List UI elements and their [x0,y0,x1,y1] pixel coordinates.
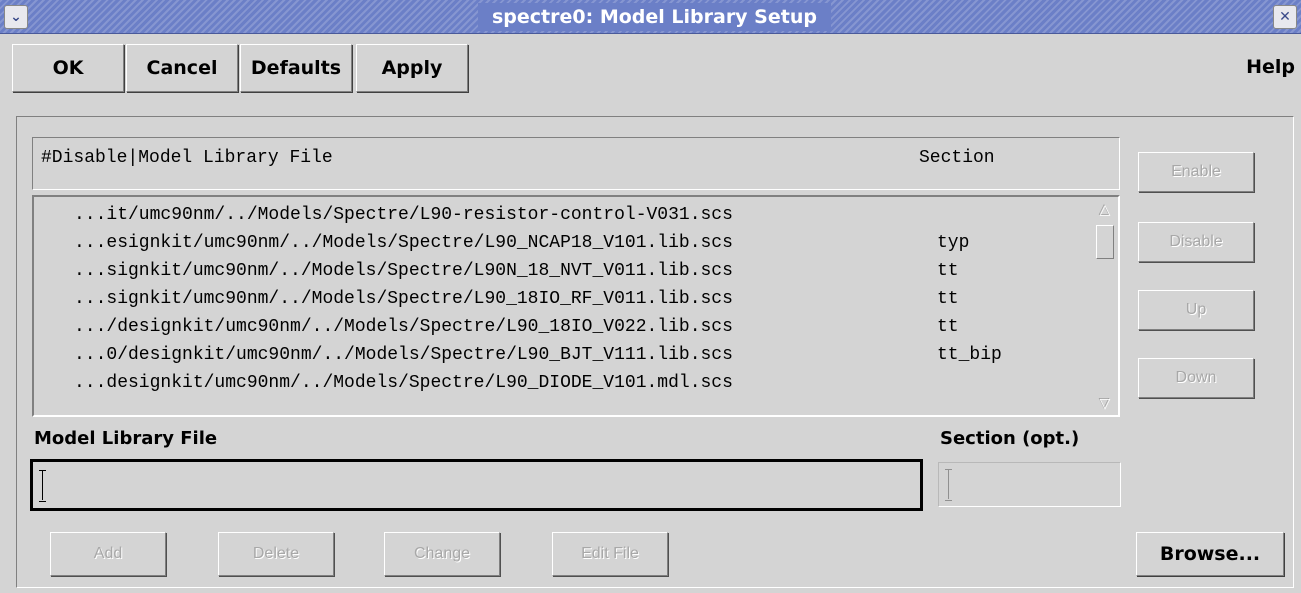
model-library-file-label: Model Library File [34,428,218,449]
scroll-down-icon[interactable]: ▽ [1094,393,1116,413]
list-item-file: ...designkit/umc90nm/../Models/Spectre/L… [74,373,733,393]
list-item-section: tt_bip [937,345,1002,365]
list-item[interactable]: ...signkit/umc90nm/../Models/Spectre/L90… [34,257,1090,285]
list-item-section: tt [937,261,959,281]
list-rows: ...it/umc90nm/../Models/Spectre/L90-resi… [34,201,1090,397]
list-item-file: ...signkit/umc90nm/../Models/Spectre/L90… [74,261,733,281]
delete-button[interactable]: Delete [218,532,334,576]
browse-button[interactable]: Browse... [1136,532,1284,576]
ok-button[interactable]: OK [12,44,124,92]
list-item[interactable]: ...0/designkit/umc90nm/../Models/Spectre… [34,341,1090,369]
window-title: spectre0: Model Library Setup [478,3,831,31]
list-item-file: ...it/umc90nm/../Models/Spectre/L90-resi… [74,205,733,225]
title-bar[interactable]: ⌄ spectre0: Model Library Setup ✕ [0,0,1301,34]
close-icon[interactable]: ✕ [1273,5,1297,29]
model-library-file-input[interactable] [30,459,923,511]
edit-file-button[interactable]: Edit File [552,532,668,576]
model-library-list[interactable]: ...it/umc90nm/../Models/Spectre/L90-resi… [32,195,1120,417]
list-item[interactable]: ...signkit/umc90nm/../Models/Spectre/L90… [34,285,1090,313]
list-item[interactable]: .../designkit/umc90nm/../Models/Spectre/… [34,313,1090,341]
list-item-file: ...signkit/umc90nm/../Models/Spectre/L90… [74,289,733,309]
list-header: #Disable|Model Library File Section [32,137,1120,190]
toolbar: OK Cancel Defaults Apply Help [0,36,1301,100]
text-cursor-icon [945,469,953,501]
list-item-file: ...0/designkit/umc90nm/../Models/Spectre… [74,345,733,365]
up-button[interactable]: Up [1138,290,1254,330]
add-button[interactable]: Add [50,532,166,576]
scroll-up-icon[interactable]: △ [1094,199,1116,219]
section-label: Section (opt.) [940,428,1080,449]
help-button[interactable]: Help [1246,44,1295,92]
disable-button[interactable]: Disable [1138,222,1254,262]
list-item-section: typ [937,233,970,253]
text-cursor-icon [39,470,47,502]
header-section: Section [919,148,995,168]
section-input[interactable] [938,462,1121,507]
list-item[interactable]: ...esignkit/umc90nm/../Models/Spectre/L9… [34,229,1090,257]
list-item-file: .../designkit/umc90nm/../Models/Spectre/… [74,317,733,337]
list-item-section: tt [937,317,959,337]
list-scrollbar[interactable]: △ ▽ [1094,199,1116,413]
cancel-button[interactable]: Cancel [126,44,238,92]
change-button[interactable]: Change [384,532,500,576]
apply-button[interactable]: Apply [356,44,468,92]
down-button[interactable]: Down [1138,358,1254,398]
list-item[interactable]: ...it/umc90nm/../Models/Spectre/L90-resi… [34,201,1090,229]
list-item-file: ...esignkit/umc90nm/../Models/Spectre/L9… [74,233,733,253]
enable-button[interactable]: Enable [1138,152,1254,192]
scrollbar-thumb[interactable] [1096,225,1114,259]
list-item-section: tt [937,289,959,309]
header-model-library-file: #Disable|Model Library File [41,148,333,168]
defaults-button[interactable]: Defaults [240,44,352,92]
chevron-down-icon[interactable]: ⌄ [4,5,28,29]
list-item[interactable]: ...designkit/umc90nm/../Models/Spectre/L… [34,369,1090,397]
